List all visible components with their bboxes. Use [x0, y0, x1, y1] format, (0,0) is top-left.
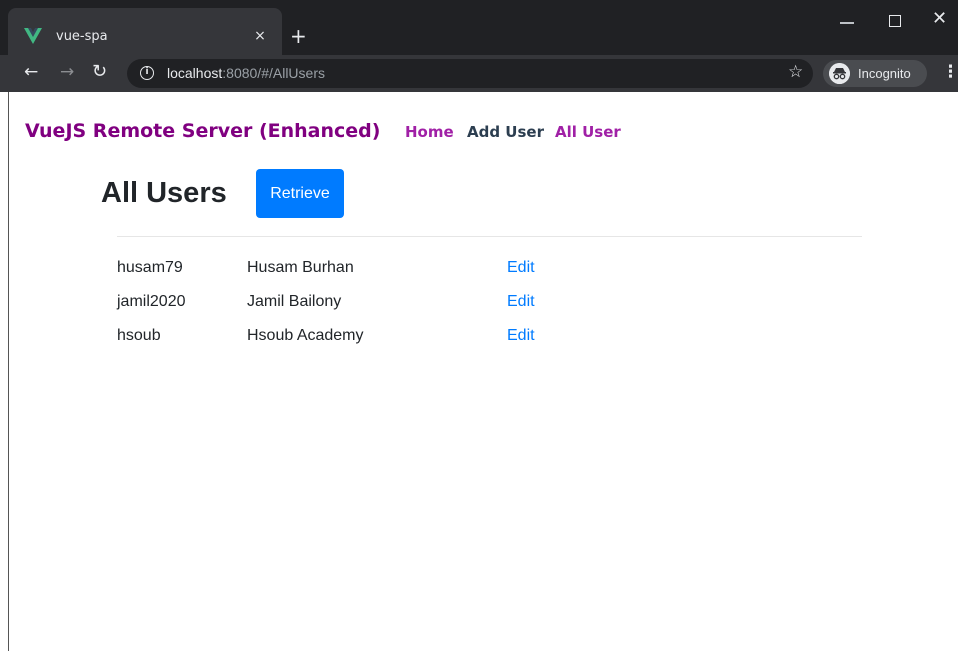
- name-cell: Hsoub Academy: [247, 327, 364, 344]
- name-cell: Jamil Bailony: [247, 293, 342, 310]
- maximize-icon[interactable]: [889, 15, 901, 27]
- username-cell: hsoub: [117, 327, 161, 344]
- window-close-icon[interactable]: ✕: [932, 10, 947, 28]
- name-cell: Husam Burhan: [247, 259, 354, 276]
- tab-close-icon[interactable]: ×: [251, 26, 269, 46]
- tab-title: vue-spa: [56, 29, 108, 44]
- browser-tab[interactable]: [8, 8, 282, 55]
- minimize-icon[interactable]: [840, 22, 854, 24]
- arrow-left-icon[interactable]: ←: [24, 62, 38, 82]
- arrow-right-icon[interactable]: →: [60, 62, 74, 82]
- divider: [117, 236, 862, 237]
- info-icon[interactable]: i: [140, 66, 154, 80]
- url-path: :8080/#/AllUsers: [222, 65, 325, 81]
- incognito-icon: [829, 63, 850, 84]
- reload-icon[interactable]: ↻: [92, 60, 107, 84]
- vue-logo-icon: [24, 28, 42, 44]
- url-text[interactable]: localhost:8080/#/AllUsers: [167, 64, 325, 82]
- username-cell: jamil2020: [117, 293, 186, 310]
- user-row: hsoub Hsoub Academy Edit: [117, 326, 862, 360]
- nav-link-add-user[interactable]: Add User: [467, 122, 544, 142]
- page-title: All Users: [101, 177, 227, 209]
- kebab-menu-icon[interactable]: ⋮: [942, 61, 958, 83]
- nav-link-home[interactable]: Home: [405, 122, 454, 142]
- url-host: localhost: [167, 65, 223, 81]
- brand-title: VueJS Remote Server (Enhanced): [25, 120, 381, 142]
- user-row: husam79 Husam Burhan Edit: [117, 258, 862, 292]
- nav-link-all-user[interactable]: All User: [555, 122, 621, 142]
- star-icon[interactable]: ☆: [788, 62, 803, 82]
- new-tab-icon[interactable]: +: [290, 24, 307, 48]
- user-row: jamil2020 Jamil Bailony Edit: [117, 292, 862, 326]
- edit-link[interactable]: Edit: [507, 258, 535, 278]
- username-cell: husam79: [117, 259, 183, 276]
- edit-link[interactable]: Edit: [507, 326, 535, 346]
- retrieve-button[interactable]: Retrieve: [256, 169, 344, 218]
- edit-link[interactable]: Edit: [507, 292, 535, 312]
- incognito-label: Incognito: [858, 66, 911, 81]
- window-edge: [8, 92, 9, 651]
